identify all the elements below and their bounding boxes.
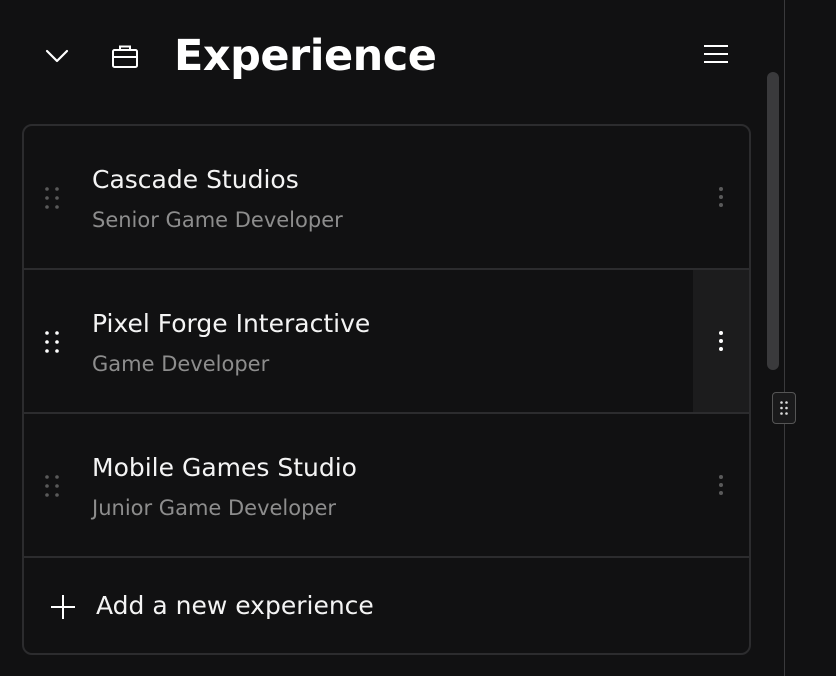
panel-divider <box>784 0 785 676</box>
experience-item[interactable]: Cascade Studios Senior Game Developer <box>24 126 749 270</box>
experience-company: Pixel Forge Interactive <box>92 309 371 338</box>
experience-role: Senior Game Developer <box>92 208 343 232</box>
experience-list: Cascade Studios Senior Game Developer Pi… <box>22 124 751 655</box>
experience-company: Cascade Studios <box>92 165 299 194</box>
experience-role: Junior Game Developer <box>92 496 337 520</box>
section-header: Experience <box>0 0 784 110</box>
chevron-down-icon <box>45 49 69 63</box>
more-vertical-icon <box>719 187 723 207</box>
experience-role: Game Developer <box>92 352 270 376</box>
drag-handle-icon[interactable] <box>44 474 60 498</box>
section-title: Experience <box>174 31 437 81</box>
add-experience-label: Add a new experience <box>96 591 374 620</box>
more-options-button[interactable] <box>693 126 749 268</box>
experience-item[interactable]: Pixel Forge Interactive Game Developer <box>24 270 749 414</box>
briefcase-icon <box>105 36 145 76</box>
hamburger-menu-icon <box>704 45 728 63</box>
resize-handle[interactable] <box>772 392 796 424</box>
more-vertical-icon <box>719 331 723 351</box>
more-vertical-icon <box>719 475 723 495</box>
drag-handle-icon[interactable] <box>44 330 60 354</box>
drag-handle-icon <box>780 401 788 415</box>
more-options-button[interactable] <box>693 414 749 556</box>
scrollbar-thumb[interactable] <box>767 72 779 370</box>
add-experience-button[interactable]: Add a new experience <box>24 558 749 653</box>
plus-icon <box>51 595 75 619</box>
section-menu-button[interactable] <box>696 34 736 74</box>
more-options-button[interactable] <box>693 270 749 412</box>
experience-company: Mobile Games Studio <box>92 453 357 482</box>
drag-handle-icon[interactable] <box>44 186 60 210</box>
experience-item[interactable]: Mobile Games Studio Junior Game Develope… <box>24 414 749 558</box>
collapse-button[interactable] <box>37 36 77 76</box>
